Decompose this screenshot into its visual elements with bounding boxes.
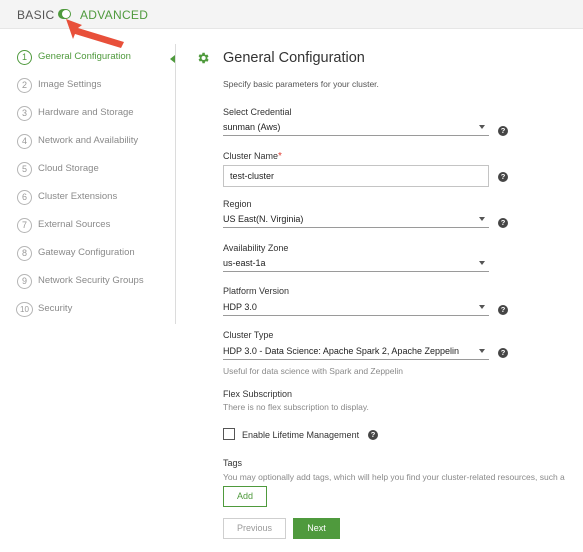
page-subtitle: Specify basic parameters for your cluste… [223,79,379,89]
sidebar-item-gateway-configuration[interactable]: 8 Gateway Configuration [15,244,180,264]
step-number: 6 [17,190,32,205]
chevron-down-icon [479,125,485,129]
active-step-caret-icon [170,55,175,63]
sidebar-item-cloud-storage[interactable]: 5 Cloud Storage [15,160,180,180]
help-icon[interactable]: ? [498,348,508,358]
help-icon[interactable]: ? [498,126,508,136]
help-icon[interactable]: ? [498,172,508,182]
availability-zone-label: Availability Zone [223,243,289,253]
flex-subscription-label: Flex Subscription [223,389,293,399]
step-number: 8 [17,246,32,261]
sidebar-item-hardware-and-storage[interactable]: 3 Hardware and Storage [15,104,180,124]
help-icon[interactable]: ? [368,430,378,440]
sidebar-item-general-configuration[interactable]: 1 General Configuration [15,48,180,68]
sidebar-item-network-and-availability[interactable]: 4 Network and Availability [15,132,180,152]
platform-version-select[interactable]: HDP 3.0 [223,300,489,316]
previous-button[interactable]: Previous [223,518,286,539]
cluster-name-input[interactable] [230,167,480,185]
gear-icon [198,52,209,64]
basic-mode-label[interactable]: BASIC [17,8,55,22]
step-number: 5 [17,162,32,177]
region-label: Region [223,199,252,209]
sidebar-item-label: Security [38,303,73,314]
region-select[interactable]: US East(N. Virginia) [223,212,489,228]
sidebar-item-label: External Sources [38,219,111,230]
sidebar-item-external-sources[interactable]: 7 External Sources [15,216,180,236]
sidebar-item-label: Hardware and Storage [38,107,134,118]
region-value: US East(N. Virginia) [223,214,304,224]
lifetime-management-checkbox[interactable] [223,428,235,440]
page-title: General Configuration [223,50,365,66]
tags-label: Tags [223,458,243,468]
chevron-down-icon [479,349,485,353]
step-number: 10 [16,302,33,317]
cluster-name-field[interactable] [223,165,489,187]
cluster-name-label-text: Cluster Name [223,151,279,161]
step-number: 1 [17,50,32,65]
sidebar-item-security[interactable]: 10 Security [15,300,180,320]
sidebar-item-network-security-groups[interactable]: 9 Network Security Groups [15,272,180,292]
add-tag-button[interactable]: Add [223,486,267,507]
step-number: 9 [17,274,32,289]
chevron-down-icon [479,305,485,309]
cluster-name-label: Cluster Name* [223,151,282,162]
lifetime-management-label: Enable Lifetime Management [242,430,360,440]
help-icon[interactable]: ? [498,305,508,315]
sidebar-item-label: Network and Availability [38,135,139,146]
sidebar-item-label: Cluster Extensions [38,191,118,202]
sidebar-divider [175,44,176,324]
step-number: 2 [17,78,32,93]
chevron-down-icon [479,217,485,221]
credential-value: sunman (Aws) [223,122,281,132]
cluster-type-hint: Useful for data science with Spark and Z… [223,366,404,376]
availability-zone-select[interactable]: us-east-1a [223,256,489,272]
platform-version-label: Platform Version [223,286,290,296]
cluster-type-value: HDP 3.0 - Data Science: Apache Spark 2, … [223,346,459,356]
annotation-arrow-icon [66,19,124,48]
step-number: 7 [17,218,32,233]
sidebar-item-label: General Configuration [38,51,131,62]
cluster-type-label: Cluster Type [223,330,274,340]
chevron-down-icon [479,261,485,265]
credential-label: Select Credential [223,107,292,117]
sidebar-item-label: Network Security Groups [38,275,144,286]
required-marker: * [278,151,282,162]
sidebar-item-cluster-extensions[interactable]: 6 Cluster Extensions [15,188,180,208]
help-icon[interactable]: ? [498,218,508,228]
availability-zone-value: us-east-1a [223,258,266,268]
step-number: 4 [17,134,32,149]
step-number: 3 [17,106,32,121]
sidebar-item-label: Image Settings [38,79,102,90]
credential-select[interactable]: sunman (Aws) [223,120,489,136]
sidebar-item-label: Gateway Configuration [38,247,135,258]
platform-version-value: HDP 3.0 [223,302,257,312]
cluster-type-select[interactable]: HDP 3.0 - Data Science: Apache Spark 2, … [223,344,489,360]
sidebar-item-image-settings[interactable]: 2 Image Settings [15,76,180,96]
sidebar-item-label: Cloud Storage [38,163,99,174]
tags-hint: You may optionally add tags, which will … [223,472,565,482]
next-button[interactable]: Next [293,518,340,539]
flex-subscription-hint: There is no flex subscription to display… [223,402,369,412]
